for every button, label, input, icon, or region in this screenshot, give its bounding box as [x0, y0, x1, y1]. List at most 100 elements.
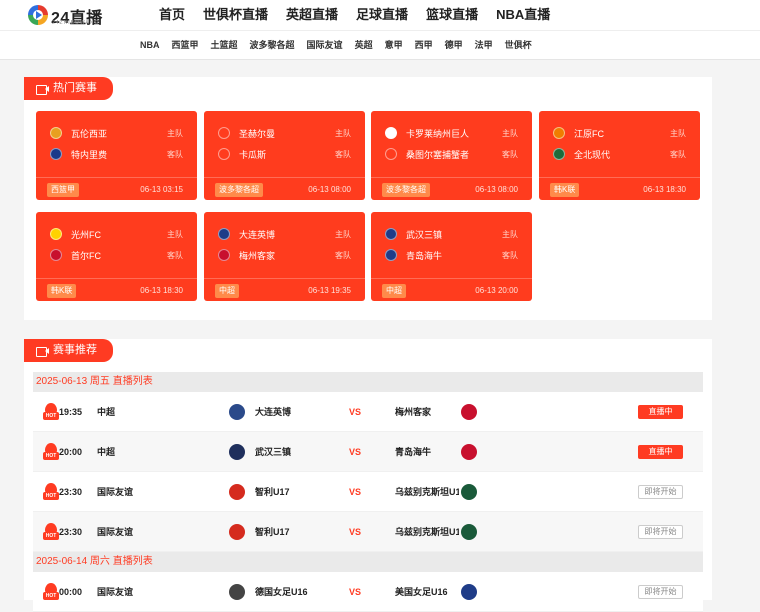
vs-label: VS: [349, 447, 362, 457]
match-row[interactable]: HOT 00:00 国际友谊 德国女足U16 VS 美国女足U16 即将开始: [33, 572, 703, 612]
upcoming-button[interactable]: 即将开始: [638, 485, 683, 499]
match-row[interactable]: HOT 23:30 国际友谊 智利U17 VS 乌兹别克斯坦U17 即将开始: [33, 472, 703, 512]
home-team-row: 武汉三镇 主队: [385, 227, 518, 241]
match-time: 06-13 20:00: [475, 286, 518, 295]
home-team-logo-icon: [385, 228, 397, 240]
sub-nav-link[interactable]: 国际友谊: [301, 31, 349, 59]
sub-nav-link[interactable]: 英超: [349, 31, 379, 59]
home-team-name: 智利U17: [255, 527, 290, 537]
away-team-name: 桑图尔塞捕蟹者: [406, 149, 470, 160]
match-time: 06-13 08:00: [308, 185, 351, 194]
sub-nav-link[interactable]: 西甲: [409, 31, 439, 59]
league-name: 国际友谊: [97, 487, 134, 497]
hot-matches-title: 热门赛事: [24, 77, 113, 100]
away-team-logo-icon: [218, 249, 230, 261]
hot-label: HOT: [43, 492, 59, 500]
home-team-name: 大连英博: [239, 229, 276, 240]
watch-live-button[interactable]: 直播中: [638, 405, 683, 419]
match-time: 06-13 19:35: [308, 286, 351, 295]
hot-match-card[interactable]: 光州FC 主队 首尔FC 客队 韩K联 06-13 18:30: [36, 212, 197, 301]
sub-nav-link[interactable]: 法甲: [469, 31, 499, 59]
hot-match-card[interactable]: 江原FC 主队 全北现代 客队 韩K联 06-13 18:30: [539, 111, 700, 200]
away-team-logo-icon: [461, 584, 477, 600]
main-nav-link[interactable]: 足球直播: [347, 0, 417, 30]
vs-label: VS: [349, 407, 362, 417]
hot-match-card[interactable]: 大连英博 主队 梅州客家 客队 中超 06-13 19:35: [204, 212, 365, 301]
home-team-name: 武汉三镇: [255, 447, 292, 457]
logo-play-icon: [28, 5, 48, 25]
league-badge: 中超: [215, 284, 239, 298]
main-nav-link[interactable]: NBA直播: [487, 0, 559, 30]
match-row[interactable]: HOT 23:30 国际友谊 智利U17 VS 乌兹别克斯坦U17 即将开始: [33, 512, 703, 552]
home-team-name: 武汉三镇: [406, 229, 443, 240]
card-footer: 波多黎各超 06-13 08:00: [371, 177, 532, 200]
away-team-name: 全北现代: [574, 149, 611, 160]
home-team-logo-icon: [385, 127, 397, 139]
league-badge: 韩K联: [47, 284, 77, 298]
home-team-logo-icon: [50, 127, 62, 139]
away-team-name: 卡瓜斯: [239, 149, 267, 160]
home-team-logo-icon: [229, 584, 245, 600]
sub-nav-link[interactable]: 西篮甲: [166, 31, 205, 59]
away-team-logo-icon: [50, 249, 62, 261]
card-footer: 韩K联 06-13 18:30: [36, 278, 197, 301]
home-team-logo-icon: [229, 404, 245, 420]
upcoming-button[interactable]: 即将开始: [638, 585, 683, 599]
main-nav-link[interactable]: 英超直播: [277, 0, 347, 30]
league-badge: 波多黎各超: [215, 183, 263, 197]
away-team-logo-icon: [50, 148, 62, 160]
main-nav-link[interactable]: 世俱杯直播: [194, 0, 277, 30]
recommend-title-text: 赛事推荐: [53, 344, 97, 356]
main-nav-link[interactable]: 首页: [150, 0, 194, 30]
main-nav-link[interactable]: 篮球直播: [417, 0, 487, 30]
away-team-logo-icon: [385, 148, 397, 160]
away-team-role: 客队: [502, 250, 518, 260]
home-team-name: 智利U17: [255, 487, 290, 497]
card-footer: 中超 06-13 20:00: [371, 278, 532, 301]
home-team-logo-icon: [229, 444, 245, 460]
home-team-role: 主队: [502, 128, 518, 138]
league-badge: 中超: [382, 284, 406, 298]
hot-match-card[interactable]: 瓦伦西亚 主队 特内里费 客队 西篮甲 06-13 03:15: [36, 111, 197, 200]
home-team-name: 光州FC: [71, 229, 101, 240]
league-name: 中超: [97, 407, 116, 417]
sub-nav-link[interactable]: 波多黎各超: [244, 31, 301, 59]
away-team-logo-icon: [461, 444, 477, 460]
away-team-logo-icon: [553, 148, 565, 160]
hot-matches-title-text: 热门赛事: [53, 82, 97, 94]
league-badge: 波多黎各超: [382, 183, 430, 197]
hot-match-card[interactable]: 武汉三镇 主队 青岛海牛 客队 中超 06-13 20:00: [371, 212, 532, 301]
match-time: 20:00: [59, 447, 83, 457]
sub-nav-link[interactable]: NBA: [134, 31, 166, 59]
main-nav: 首页 世俱杯直播 英超直播 足球直播 篮球直播 NBA直播: [150, 0, 559, 30]
home-team-role: 主队: [335, 128, 351, 138]
sub-nav-link[interactable]: 意甲: [379, 31, 409, 59]
away-team-logo-icon: [461, 404, 477, 420]
home-team-row: 大连英博 主队: [218, 227, 351, 241]
hot-flame-icon: HOT: [43, 483, 59, 501]
upcoming-button[interactable]: 即将开始: [638, 525, 683, 539]
match-row[interactable]: HOT 19:35 中超 大连英博 VS 梅州客家 直播中: [33, 392, 703, 432]
sub-nav-link[interactable]: 世俱杯: [499, 31, 538, 59]
sub-nav-link[interactable]: 德甲: [439, 31, 469, 59]
hot-label: HOT: [43, 532, 59, 540]
away-team-role: 客队: [335, 250, 351, 260]
watch-live-button[interactable]: 直播中: [638, 445, 683, 459]
home-team-role: 主队: [502, 229, 518, 239]
match-time: 06-13 18:30: [643, 185, 686, 194]
site-logo[interactable]: 24直播网 24ZHIBOWANG: [28, 4, 118, 51]
recommend-panel: 赛事推荐 2025-06-13 周五 直播列表 HOT 19:35 中超 大连英博 VS 梅…: [24, 339, 712, 612]
away-team-logo-icon: [218, 148, 230, 160]
match-row[interactable]: HOT 20:00 中超 武汉三镇 VS 青岛海牛 直播中: [33, 432, 703, 472]
home-team-name: 圣赫尔曼: [239, 128, 276, 139]
home-team-logo-icon: [218, 127, 230, 139]
recommend-title: 赛事推荐: [24, 339, 113, 362]
away-team-role: 客队: [335, 149, 351, 159]
home-team-row: 卡罗莱纳州巨人 主队: [385, 126, 518, 140]
hot-label: HOT: [43, 412, 59, 420]
sub-nav-link[interactable]: 土篮超: [205, 31, 244, 59]
hot-match-card[interactable]: 卡罗莱纳州巨人 主队 桑图尔塞捕蟹者 客队 波多黎各超 06-13 08:00: [371, 111, 532, 200]
match-time: 00:00: [59, 587, 83, 597]
hot-match-card[interactable]: 圣赫尔曼 主队卡瓜斯 客队波多黎各超 06-13 08:00: [204, 111, 365, 200]
home-team-name: 德国女足U16: [255, 587, 308, 597]
